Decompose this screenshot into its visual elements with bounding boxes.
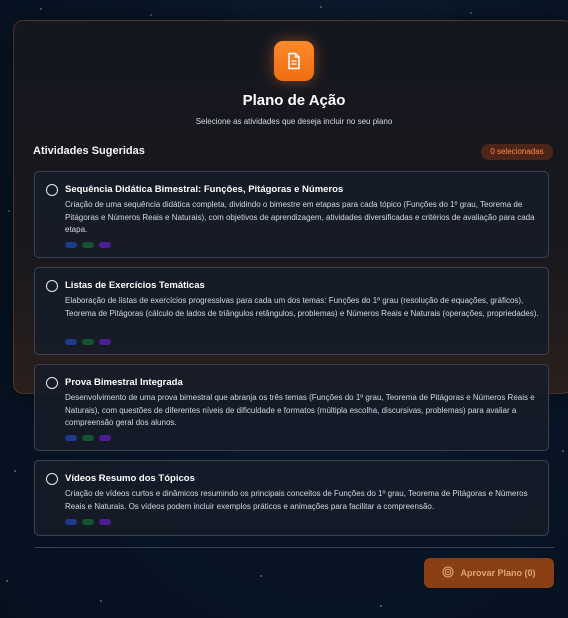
activity-title: Sequência Didática Bimestral: Funções, P… <box>65 184 344 195</box>
tag-group <box>65 242 111 248</box>
tag-pill <box>99 242 111 248</box>
tag-group <box>65 519 111 525</box>
activity-card[interactable]: Vídeos Resumo dos Tópicos Criação de víd… <box>34 460 549 536</box>
activity-radio[interactable] <box>46 377 58 389</box>
activity-description: Elaboração de listas de exercícios progr… <box>65 296 539 318</box>
footer-divider <box>34 547 554 548</box>
page-subtitle: Selecione as atividades que deseja inclu… <box>195 117 393 126</box>
target-icon <box>442 566 455 580</box>
activity-card[interactable]: Listas de Exercícios Temáticas Elaboraçã… <box>34 267 549 355</box>
activity-description: Criação de uma sequência didática comple… <box>65 200 535 234</box>
tag-pill <box>82 339 94 345</box>
activity-title: Listas de Exercícios Temáticas <box>65 280 205 291</box>
tag-pill <box>65 435 77 441</box>
tag-pill <box>99 435 111 441</box>
activity-title: Prova Bimestral Integrada <box>65 377 183 388</box>
activity-radio[interactable] <box>46 473 58 485</box>
tag-pill <box>82 242 94 248</box>
page-title: Plano de Ação <box>242 92 346 109</box>
section-title: Atividades Sugeridas <box>33 145 145 157</box>
tag-pill <box>82 519 94 525</box>
tag-pill <box>99 519 111 525</box>
tag-group <box>65 435 111 441</box>
tag-pill <box>65 339 77 345</box>
activity-radio[interactable] <box>46 184 58 196</box>
approve-plan-label: Aprovar Plano (0) <box>460 568 536 578</box>
activity-title: Vídeos Resumo dos Tópicos <box>65 473 195 484</box>
activity-radio[interactable] <box>46 280 58 292</box>
tag-pill <box>65 519 77 525</box>
activity-description: Desenvolvimento de uma prova bimestral q… <box>65 393 535 427</box>
tag-pill <box>82 435 94 441</box>
document-icon <box>274 41 314 81</box>
activity-description: Criação de vídeos curtos e dinâmicos res… <box>65 489 528 511</box>
activity-card[interactable]: Sequência Didática Bimestral: Funções, P… <box>34 171 549 258</box>
tag-group <box>65 339 111 345</box>
tag-pill <box>99 339 111 345</box>
approve-plan-button[interactable]: Aprovar Plano (0) <box>424 558 554 588</box>
activity-card[interactable]: Prova Bimestral Integrada Desenvolviment… <box>34 364 549 451</box>
selected-count-badge: 0 selecionadas <box>481 144 553 160</box>
tag-pill <box>65 242 77 248</box>
